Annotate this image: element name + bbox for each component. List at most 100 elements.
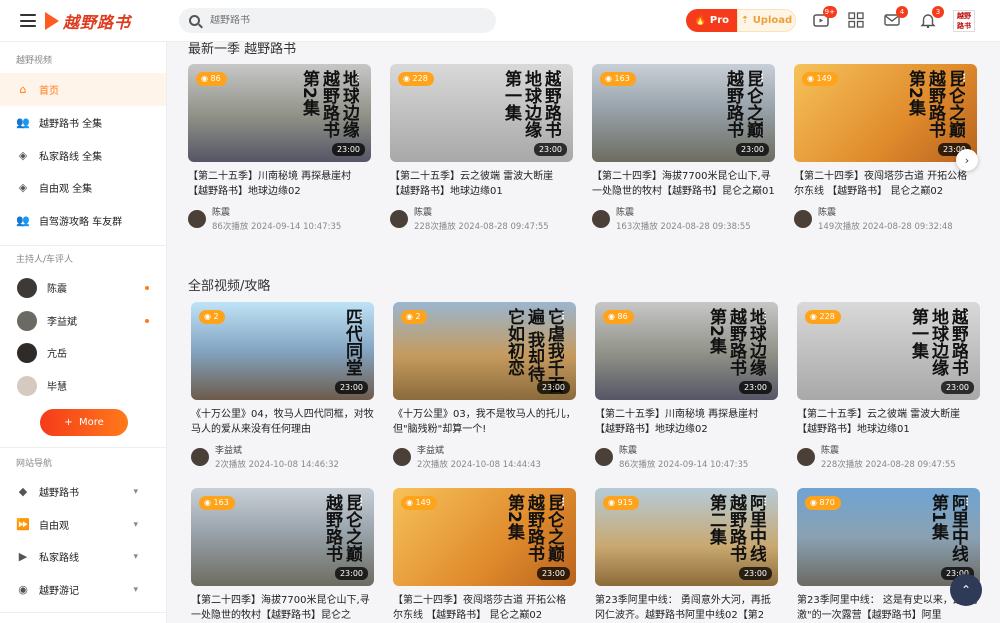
sidebar-item-yueye-all[interactable]: 👥 越野路书 全集 [0, 106, 166, 139]
video-card[interactable]: 地球边缘 越野路书 第2集 ◉ 86 ⋮ 23:00 【第二十五季】川南秘境 再… [595, 302, 778, 470]
video-title[interactable]: 【第二十五季】川南秘境 再探悬崖村【越野路书】地球边缘02 [188, 169, 371, 199]
video-thumbnail[interactable]: 地球边缘 越野路书 第2集 ◉ 86 ⋮ 23:00 [188, 64, 371, 162]
video-thumbnail[interactable]: 四代同堂 ◉ 2 ⋮ 23:00 [191, 302, 374, 400]
video-card[interactable]: 越野路书 地球边缘 第一集 ◉ 228 ⋮ 23:00 【第二十五季】云之彼端 … [390, 64, 573, 232]
avatar[interactable] [595, 447, 613, 466]
more-options-icon[interactable]: ⋮ [558, 497, 568, 508]
play-logo-icon [45, 12, 59, 30]
video-thumbnail[interactable]: 它虐我千百遍 我却待它如初恋 ◉ 2 ⋮ 23:00 [393, 302, 576, 400]
hamburger-menu-icon[interactable] [20, 14, 36, 27]
avatar[interactable] [592, 209, 610, 228]
more-options-icon[interactable]: ⋮ [962, 497, 972, 508]
grid-apps-icon[interactable] [847, 11, 865, 29]
more-options-icon[interactable]: ⋮ [760, 497, 770, 508]
avatar[interactable] [191, 447, 209, 466]
video-thumbnail[interactable]: 阿里中线 第1集 ◉ 870 ⋮ 23:00 [797, 488, 980, 586]
diamond-icon: ◆ [18, 485, 28, 498]
sidebar-divider [0, 447, 166, 448]
more-options-icon[interactable]: ⋮ [558, 311, 568, 322]
video-card[interactable]: 四代同堂 ◉ 2 ⋮ 23:00 《十万公里》04，牧马人四代同框，对牧马人的爱… [191, 302, 374, 470]
video-thumbnail[interactable]: 昆仑之巅 越野路书 ◉ 163 ⋮ 23:00 [592, 64, 775, 162]
search-icon[interactable] [189, 15, 200, 26]
video-card[interactable]: 昆仑之巅 越野路书 ◉ 163 ⋮ 23:00 【第二十四季】海拔7700米昆仑… [592, 64, 775, 232]
author-name[interactable]: 李益斌 [417, 443, 541, 456]
avatar[interactable] [797, 447, 815, 466]
video-card[interactable]: 它虐我千百遍 我却待它如初恋 ◉ 2 ⋮ 23:00 《十万公里》03，我不是牧… [393, 302, 576, 470]
sidebar-item-home[interactable]: ⌂ 首页 [0, 73, 166, 106]
more-options-icon[interactable]: ⋮ [356, 497, 366, 508]
video-thumbnail[interactable]: 越野路书 地球边缘 第一集 ◉ 228 ⋮ 23:00 [390, 64, 573, 162]
video-card[interactable]: 昆仑之巅 越野路书 第2集 ◉ 149 ⋮ 23:00 【第二十四季】夜闯塔莎古… [794, 64, 977, 232]
bell-icon[interactable]: 3 [919, 6, 944, 29]
more-options-icon[interactable]: ⋮ [959, 73, 969, 84]
video-thumbnail[interactable]: 阿里中线 越野路书 第二集 ◉ 915 ⋮ 23:00 [595, 488, 778, 586]
mail-badge: 4 [896, 6, 908, 18]
video-notification-icon[interactable]: 9+ [812, 6, 837, 29]
more-button[interactable]: + More [40, 409, 128, 436]
author-name[interactable]: 陈震 [821, 443, 956, 456]
video-title[interactable]: 【第二十五季】川南秘境 再探悬崖村【越野路书】地球边缘02 [595, 407, 778, 437]
author-name[interactable]: 李益斌 [215, 443, 339, 456]
more-options-icon[interactable]: ⋮ [962, 311, 972, 322]
nav-item-travelogue[interactable]: ◉ 越野游记 ▾ [0, 573, 166, 606]
video-card[interactable]: 越野路书 地球边缘 第一集 ◉ 228 ⋮ 23:00 【第二十五季】云之彼端 … [797, 302, 980, 470]
video-title[interactable]: 【第二十五季】云之彼端 雷波大断崖【越野路书】地球边缘01 [390, 169, 573, 199]
search-bar[interactable] [179, 8, 496, 33]
more-options-icon[interactable]: ⋮ [555, 73, 565, 84]
video-title[interactable]: 《十万公里》03，我不是牧马人的托儿，但"脑残粉"却算一个! [393, 407, 576, 437]
video-title[interactable]: 【第二十四季】夜闯塔莎古道 开拓公格尔东线 【越野路书】 昆仑之巅02 [393, 593, 576, 623]
views-count: 228 [819, 312, 835, 321]
video-card[interactable]: 地球边缘 越野路书 第2集 ◉ 86 ⋮ 23:00 【第二十五季】川南秘境 再… [188, 64, 371, 232]
video-thumbnail[interactable]: 昆仑之巅 越野路书 ◉ 163 ⋮ 23:00 [191, 488, 374, 586]
more-options-icon[interactable]: ⋮ [760, 311, 770, 322]
avatar[interactable] [393, 447, 411, 466]
avatar[interactable] [794, 209, 812, 228]
nav-item-yueye[interactable]: ◆ 越野路书 ▾ [0, 475, 166, 508]
site-logo[interactable]: 越野路书 [45, 10, 131, 32]
video-title[interactable]: 【第二十四季】海拔7700米昆仑山下,寻一处隐世的牧村【越野路书】昆仑之 [191, 593, 374, 623]
video-title[interactable]: 《十万公里》04，牧马人四代同框，对牧马人的爱从来没有任何理由 [191, 407, 374, 437]
video-card[interactable]: 昆仑之巅 越野路书 第2集 ◉ 149 ⋮ 23:00 【第二十四季】夜闯塔莎古… [393, 488, 576, 623]
video-thumbnail[interactable]: 地球边缘 越野路书 第2集 ◉ 86 ⋮ 23:00 [595, 302, 778, 400]
video-card[interactable]: 阿里中线 第1集 ◉ 870 ⋮ 23:00 第23季阿里中线： 这是有史以来，… [797, 488, 980, 623]
video-title[interactable]: 【第二十四季】夜闯塔莎古道 开拓公格尔东线 【越野路书】 昆仑之巅02 [794, 169, 977, 199]
author-name[interactable]: 陈震 [414, 205, 549, 218]
video-thumbnail[interactable]: 昆仑之巅 越野路书 第2集 ◉ 149 ⋮ 23:00 [794, 64, 977, 162]
mail-icon[interactable]: 4 [883, 6, 908, 29]
author-name[interactable]: 陈震 [616, 205, 751, 218]
user-avatar[interactable]: 越野路书 [953, 10, 975, 32]
video-thumbnail[interactable]: 越野路书 地球边缘 第一集 ◉ 228 ⋮ 23:00 [797, 302, 980, 400]
video-title[interactable]: 【第二十四季】海拔7700米昆仑山下,寻一处隐世的牧村【越野路书】昆仑之巅01 [592, 169, 775, 199]
back-to-top-button[interactable]: ⌃ [950, 574, 982, 606]
upload-button[interactable]: ⇡ Upload [737, 9, 796, 32]
host-item[interactable]: 亢岳 [0, 336, 166, 369]
author-name[interactable]: 陈震 [619, 443, 748, 456]
sidebar-item-travel-guide[interactable]: 👥 自驾游攻略 车友群 [0, 204, 166, 237]
nav-label: 自由观 [39, 521, 69, 532]
sidebar-item-private-routes[interactable]: ◈ 私家路线 全集 [0, 139, 166, 172]
host-item[interactable]: 毕慧 [0, 369, 166, 402]
avatar[interactable] [390, 209, 408, 228]
host-item[interactable]: 陈震 [0, 271, 166, 304]
video-card[interactable]: 昆仑之巅 越野路书 ◉ 163 ⋮ 23:00 【第二十四季】海拔7700米昆仑… [191, 488, 374, 623]
author-name[interactable]: 陈震 [818, 205, 953, 218]
avatar[interactable] [188, 209, 206, 228]
video-title[interactable]: 【第二十五季】云之彼端 雷波大断崖【越野路书】地球边缘01 [797, 407, 980, 437]
sidebar-item-freeview[interactable]: ◈ 自由观 全集 [0, 171, 166, 204]
chevron-down-icon: ▾ [133, 551, 138, 562]
carousel-next-button[interactable]: › [956, 149, 978, 171]
pro-button[interactable]: 🔥 Pro [686, 9, 737, 32]
upload-label: Upload [752, 15, 793, 26]
views-count: 86 [210, 74, 221, 83]
video-card[interactable]: 阿里中线 越野路书 第二集 ◉ 915 ⋮ 23:00 第23季阿里中线： 勇闯… [595, 488, 778, 623]
more-options-icon[interactable]: ⋮ [356, 311, 366, 322]
nav-item-private-routes[interactable]: ▶ 私家路线 ▾ [0, 540, 166, 573]
author-name[interactable]: 陈震 [212, 205, 341, 218]
host-item[interactable]: 李益斌 [0, 304, 166, 337]
nav-item-freeview[interactable]: ⏩ 自由观 ▾ [0, 508, 166, 541]
more-options-icon[interactable]: ⋮ [353, 73, 363, 84]
video-thumbnail[interactable]: 昆仑之巅 越野路书 第2集 ◉ 149 ⋮ 23:00 [393, 488, 576, 586]
more-options-icon[interactable]: ⋮ [757, 73, 767, 84]
search-input[interactable] [210, 15, 480, 26]
video-title[interactable]: 第23季阿里中线： 勇闯意外大河，再抵冈仁波齐。越野路书阿里中线02【第2 [595, 593, 778, 623]
